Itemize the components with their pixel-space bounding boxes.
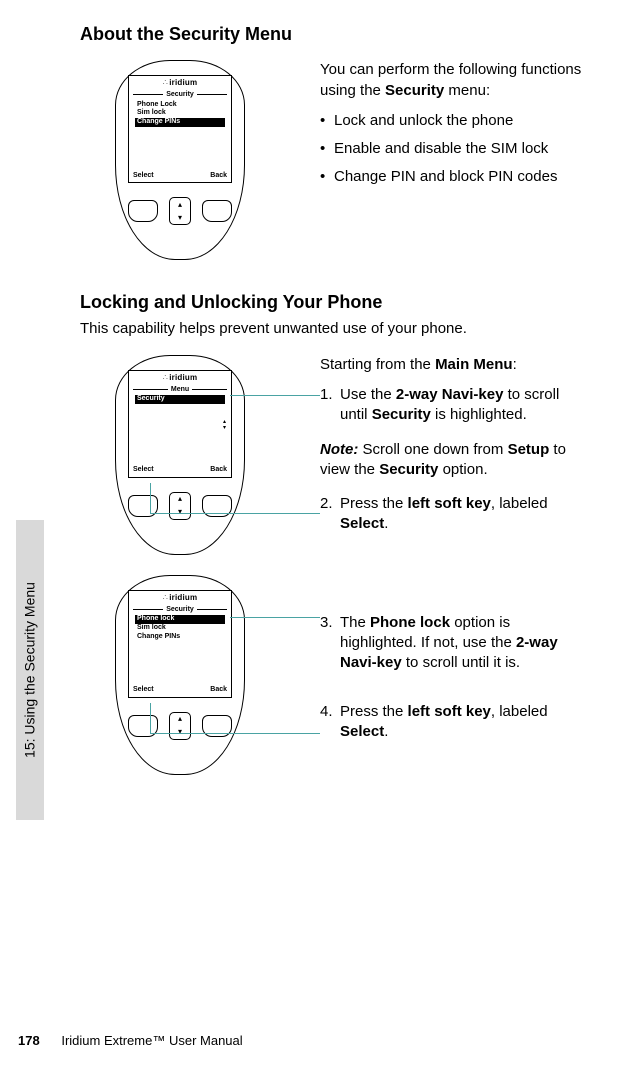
screen-title: Menu	[168, 385, 192, 394]
locking-desc: This capability helps prevent unwanted u…	[80, 319, 589, 339]
callout-line	[230, 617, 320, 618]
menu-item: Change PINs	[135, 633, 225, 642]
navi-key[interactable]: ▴ ▾	[169, 712, 191, 740]
intro-text: You can perform the following functions …	[320, 60, 589, 101]
screen-title: Security	[163, 90, 197, 99]
down-arrow-icon: ▾	[178, 214, 182, 222]
softkey-left-label: Select	[133, 685, 154, 694]
softkey-right-label: Back	[210, 171, 227, 180]
phone-illustration-main-menu: ∴ iridium Menu Security ▴▾ Select B	[115, 355, 245, 555]
right-soft-key[interactable]	[202, 200, 232, 222]
callout-line	[150, 703, 151, 733]
manual-title: Iridium Extreme™ User Manual	[61, 1033, 242, 1048]
phone-illustration-security-menu: ∴ iridium Security Phone Lock Sim lock C…	[115, 60, 245, 260]
step-1: Use the 2-way Navi-key to scroll until S…	[320, 385, 589, 426]
up-arrow-icon: ▴	[178, 201, 182, 209]
menu-item: Phone Lock	[135, 101, 225, 110]
phone-screen: ∴ iridium Security Phone lock Sim lock C…	[128, 590, 232, 698]
menu-item-highlighted: Change PINs	[135, 118, 225, 127]
callout-line	[150, 513, 320, 514]
lead-text: Starting from the Main Menu:	[320, 355, 589, 375]
navi-key[interactable]: ▴ ▾	[169, 197, 191, 225]
phone-screen: ∴ iridium Security Phone Lock Sim lock C…	[128, 75, 232, 183]
navi-key[interactable]: ▴ ▾	[169, 492, 191, 520]
menu-item: Sim lock	[135, 109, 225, 118]
callout-line	[150, 733, 320, 734]
softkey-left-label: Select	[133, 171, 154, 180]
step-2: Press the left soft key, labeled Select.	[320, 494, 589, 535]
callout-line	[150, 483, 151, 513]
menu-item: Sim lock	[135, 624, 225, 633]
left-soft-key[interactable]	[128, 200, 158, 222]
heading-locking: Locking and Unlocking Your Phone	[80, 290, 589, 314]
step-4: Press the left soft key, labeled Select.	[320, 702, 589, 743]
softkey-right-label: Back	[210, 465, 227, 474]
brand-logo: ∴ iridium	[129, 76, 231, 89]
up-arrow-icon: ▴	[178, 495, 182, 503]
side-tab-label: 15: Using the Security Menu	[21, 582, 40, 758]
softkey-right-label: Back	[210, 685, 227, 694]
phone-screen: ∴ iridium Menu Security ▴▾ Select B	[128, 370, 232, 478]
brand-logo: ∴ iridium	[129, 591, 231, 604]
bullet-item: Change PIN and block PIN codes	[320, 167, 589, 187]
bullet-item: Lock and unlock the phone	[320, 111, 589, 131]
brand-logo: ∴ iridium	[129, 371, 231, 384]
phone-illustration-phone-lock: ∴ iridium Security Phone lock Sim lock C…	[115, 575, 245, 775]
note: Note: Scroll one down from Setup to view…	[320, 440, 589, 481]
callout-line	[230, 395, 320, 396]
screen-title: Security	[163, 605, 197, 614]
up-arrow-icon: ▴	[178, 715, 182, 723]
page-number: 178	[18, 1033, 40, 1048]
bullet-item: Enable and disable the SIM lock	[320, 139, 589, 159]
page-footer: 178 Iridium Extreme™ User Manual	[18, 1032, 243, 1050]
menu-item-highlighted: Security	[135, 395, 225, 404]
menu-item-highlighted: Phone lock	[135, 615, 225, 624]
heading-about-security: About the Security Menu	[80, 22, 589, 46]
step-3: The Phone lock option is highlighted. If…	[320, 613, 589, 674]
softkey-left-label: Select	[133, 465, 154, 474]
scroll-arrows-icon: ▴▾	[223, 419, 226, 431]
